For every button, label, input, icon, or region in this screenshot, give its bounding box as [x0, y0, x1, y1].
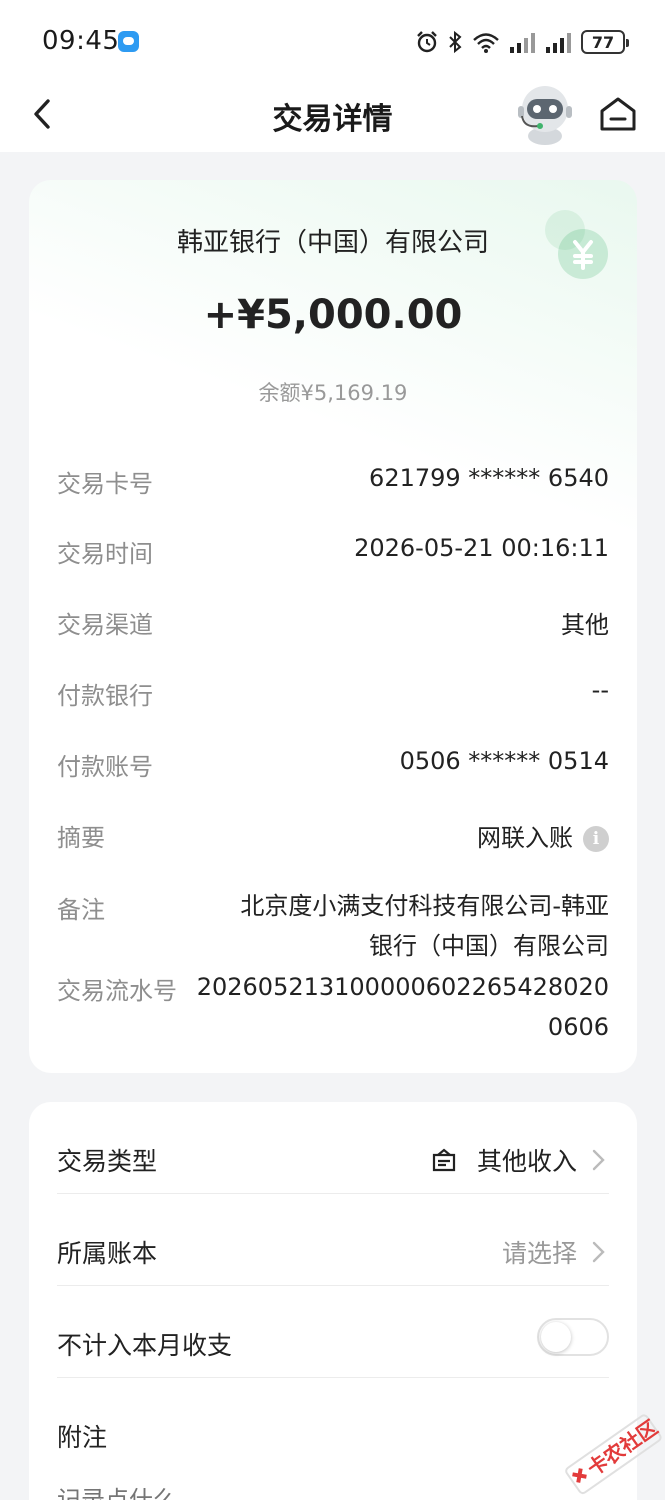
settings-card: 交易类型 其他收入 所属账本 请选择 不计入本月收支 附注: [29, 1102, 637, 1500]
detail-row-channel: 交易渠道 其他: [57, 605, 609, 645]
note-input[interactable]: [57, 1480, 609, 1500]
battery-indicator: 77: [581, 30, 629, 54]
detail-row-payer-account: 付款账号 0506 ****** 0514: [57, 747, 609, 787]
ledger-row[interactable]: 所属账本 请选择: [57, 1194, 609, 1286]
setting-label: 所属账本: [57, 1239, 158, 1268]
signal-icon-2: [546, 33, 571, 53]
setting-value: 其他收入: [476, 1147, 577, 1176]
home-icon: [600, 97, 636, 131]
setting-label: 不计入本月收支: [57, 1331, 233, 1360]
setting-label: 交易类型: [57, 1147, 158, 1176]
detail-value: 0506 ****** 0514: [399, 747, 609, 775]
transaction-type-row[interactable]: 交易类型 其他收入: [57, 1102, 609, 1194]
robot-assistant-icon: [518, 86, 572, 145]
home-button[interactable]: [598, 94, 638, 134]
nav-header: 交易详情: [0, 80, 665, 152]
setting-value: 请选择: [501, 1239, 577, 1268]
status-bar: 09:45 77: [0, 0, 665, 80]
yuan-coin-icon: [545, 210, 608, 279]
chat-notification-icon: [118, 31, 139, 52]
detail-value: 网联入账: [477, 824, 573, 852]
detail-label: 交易卡号: [57, 470, 153, 498]
wifi-icon: [473, 33, 499, 53]
setting-label: 附注: [57, 1423, 108, 1452]
setting-right: 请选择: [502, 1234, 609, 1270]
status-icons: 77: [415, 28, 629, 56]
watermark-stamp-icon: 卡农社区: [565, 1414, 662, 1495]
alarm-icon: [417, 31, 437, 53]
detail-value: --: [591, 676, 609, 704]
detail-label: 付款银行: [57, 682, 153, 710]
detail-label: 摘要: [57, 824, 105, 852]
detail-value-wrap: 网联入账 i: [477, 818, 609, 853]
detail-value-line: 20260521310000060226542802​0: [196, 973, 609, 1001]
assistant-robot-button[interactable]: [514, 82, 576, 146]
detail-row-payer-bank: 付款银行 --: [57, 676, 609, 716]
detail-label: 备注: [57, 896, 105, 924]
detail-row-serial-number: 交易流水号 20260521310000060226542802​0 0606: [57, 971, 609, 1053]
signal-icon-1: [510, 33, 535, 53]
chevron-right-icon: [592, 1149, 605, 1171]
detail-label: 付款账号: [57, 753, 153, 781]
toggle-knob: [541, 1322, 571, 1352]
detail-value: 2026-05-21 00:16:11: [354, 534, 609, 562]
status-time: 09:45: [42, 26, 120, 56]
detail-value: 北京度小满支付科技有限公司-韩亚 银行（中国）有限公司: [240, 886, 609, 966]
detail-row-time: 交易时间 2026-05-21 00:16:11: [57, 534, 609, 574]
note-row: 附注: [57, 1378, 609, 1470]
transaction-card: 韩亚银行（中国）有限公司 +¥5,000.00 余额¥5,169.19 交易卡号…: [29, 180, 637, 1073]
exclude-monthly-toggle[interactable]: [537, 1318, 609, 1356]
detail-value-line: 0606: [547, 1013, 609, 1041]
detail-value: 20260521310000060226542802​0 0606: [197, 967, 609, 1047]
detail-value-line: 银行（中国）有限公司: [369, 932, 609, 960]
detail-label: 交易流水号: [57, 977, 177, 1005]
info-icon[interactable]: i: [583, 826, 609, 852]
watermark-logo: 卡农社区: [560, 1402, 665, 1500]
detail-row-summary: 摘要 网联入账 i: [57, 818, 609, 858]
detail-value-line: 北京度小满支付科技有限公司-韩亚: [240, 892, 609, 920]
detail-value: 621799 ****** 6540: [369, 464, 609, 492]
detail-label: 交易时间: [57, 540, 153, 568]
detail-value: 其他: [561, 611, 609, 639]
transaction-amount: +¥5,000.00: [203, 292, 463, 338]
exclude-monthly-row: 不计入本月收支: [57, 1286, 609, 1378]
detail-row-card-number: 交易卡号 621799 ****** 6540: [57, 464, 609, 504]
detail-row-remark: 备注 北京度小满支付科技有限公司-韩亚 银行（中国）有限公司: [57, 890, 609, 972]
account-balance: 余额¥5,169.19: [258, 381, 408, 405]
setting-right: 其他收入: [431, 1142, 609, 1178]
chevron-right-icon: [592, 1241, 605, 1263]
bluetooth-icon: [449, 30, 462, 54]
detail-label: 交易渠道: [57, 611, 153, 639]
category-tag-icon: [432, 1148, 456, 1172]
